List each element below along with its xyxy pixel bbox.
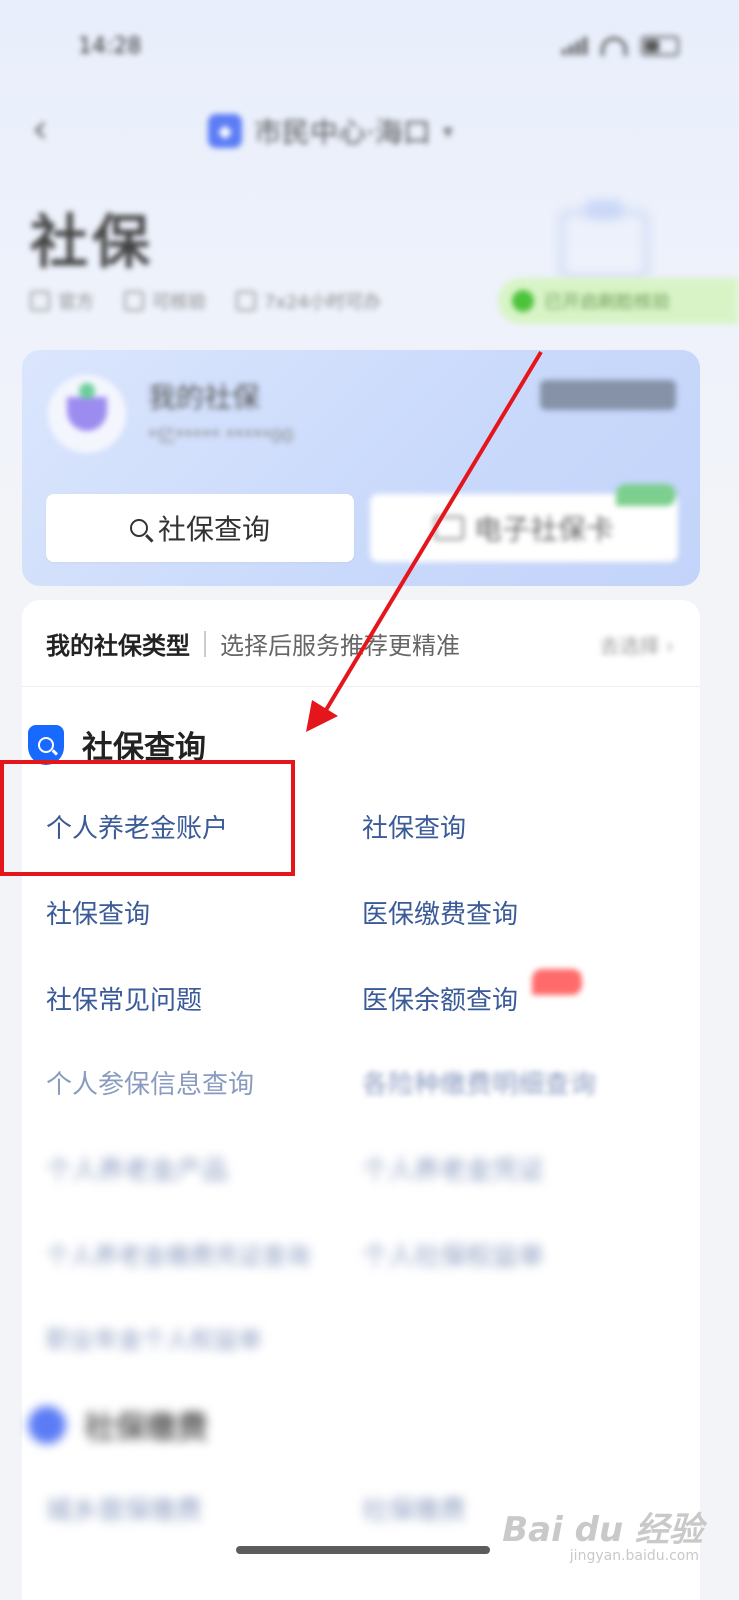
home-indicator[interactable]: [236, 1546, 490, 1554]
annotation-arrow: [306, 350, 543, 732]
watermark-logo: Bai du 经验: [502, 1510, 703, 1550]
watermark-url: jingyan.baidu.com: [569, 1548, 699, 1564]
